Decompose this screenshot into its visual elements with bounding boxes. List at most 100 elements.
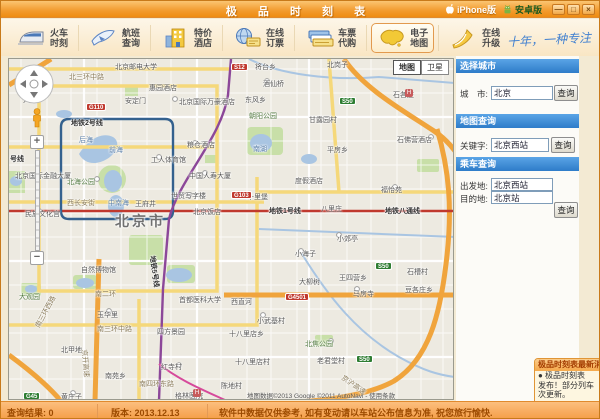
map-label: 北焦公园 [305,339,333,349]
city-input[interactable]: 北京 [491,86,553,100]
map-label: H [405,89,413,97]
toolbar-online-upgrade[interactable]: 在线升级 [443,23,506,53]
city-query-button[interactable]: 查询 [554,85,578,101]
status-version: 版本: 2013.12.13 [111,406,180,419]
map-label: 玉华里 [97,310,118,320]
toolbar-separator [294,25,295,51]
origin-input[interactable]: 北京西站 [491,178,553,191]
map-label: 将台乡 [255,62,276,72]
news-line: 发布！部分列车 [535,381,600,391]
china-map-icon [377,26,407,50]
apple-icon [445,4,455,15]
map-label: 中南海 [108,198,129,208]
map-label: 北京国际万豪酒店 [179,97,235,107]
map-mode-button[interactable]: 地图 [393,60,421,75]
brand-slogan: 十年，一种专注 [507,29,592,50]
map-label: 石槽村 [407,267,428,277]
pegman-icon[interactable] [30,108,44,128]
map-label: 红寺村 [161,362,182,372]
map-label: 北京邮电大学 [115,62,157,72]
train-icon [17,26,47,50]
road-shield: G103 [231,191,252,199]
map-label: 北三环中路 [69,72,104,82]
toolbar-label: 航班查询 [122,28,140,48]
android-version-link[interactable]: 安卓版 [502,3,542,16]
map-label: 粮仓酒店 [187,140,215,150]
map-label: 地铁1号线 [269,206,301,216]
map-label: 十八里店乡 [229,329,264,339]
map-label: 度假酒店 [295,176,323,186]
status-result-count: 查询结果: 0 [7,406,54,419]
toolbar-train-schedule[interactable]: 火车时刻 [11,23,74,53]
news-line: 次更新。 [535,390,600,400]
map-label: 豆各庄乡 [405,285,433,295]
toolbar-hotel-deals[interactable]: 特价酒店 [155,23,218,53]
toolbar-label: 在线升级 [482,28,500,48]
toolbar-online-booking[interactable]: 在线订票 [227,23,290,53]
status-bar: 查询结果: 0 版本: 2013.12.13 软件中数据仅供参考, 如有变动请以… [1,401,599,419]
toolbar-flight-query[interactable]: 航班查询 [83,23,146,53]
minimize-button[interactable]: — [552,4,565,15]
booking-icon [233,26,263,50]
maximize-button[interactable]: □ [567,4,580,15]
keyword-input[interactable]: 北京西站 [491,138,549,152]
hotel-icon [161,26,191,50]
status-notice: 软件中数据仅供参考, 如有变动请以车站公布信息为准, 祝您旅行愉快. [219,406,493,419]
android-icon [502,4,513,15]
road-shield: G45 [23,392,40,400]
map-label: 石佛营酒店 [397,135,432,145]
toolbar-separator [222,25,223,51]
toolbar-label: 特价酒店 [194,28,212,48]
destination-input[interactable]: 北京站 [491,191,553,204]
query-side-panel: 选择城市 城 市: 北京 查询 地图查询 关键字: 北京西站 查询 乘车查询 出… [456,56,579,401]
toolbar-separator [150,25,151,51]
map-label: 北京国际金融大厦 [15,171,71,181]
plane-icon [89,26,119,50]
toolbar-separator [78,25,79,51]
map-label: 马房寺 [353,289,374,299]
close-button[interactable]: × [582,4,595,15]
map-label: 南三环中路 [97,324,132,334]
zoom-slider[interactable] [35,150,40,251]
city-field-label: 城 市: [460,88,488,100]
map-label: 黄庄子 [61,392,82,400]
main-toolbar: 火车时刻 航班查询 特价酒店 在线订票 车票代购 电子地图 在线 [1,19,599,56]
status-separator [207,404,208,418]
map-label: 朝阳公园 [249,111,277,121]
toolbar-label: 在线订票 [266,28,284,48]
map-label: 南湖 [253,144,267,154]
map-label: 首都医科大学 [179,295,221,305]
map-label: 小武基村 [257,316,285,326]
map-label: 北岗子 [327,60,348,70]
map-label: 号线 [10,154,24,164]
app-window: 极 品 时 刻 表 iPhone版 安卓版 — □ × 火车时刻 航 [0,0,600,419]
map-label: 小郊亭 [337,234,358,244]
zoom-in-button[interactable]: + [30,135,44,149]
iphone-version-link[interactable]: iPhone版 [445,3,496,16]
map-pan-control[interactable] [14,64,54,104]
map-label: 安定门 [125,96,146,106]
toolbar-separator [366,25,367,51]
road-shield: S50 [356,355,373,363]
toolbar-electronic-map[interactable]: 电子地图 [371,23,434,53]
toolbar-ticket-purchase[interactable]: 车票代购 [299,23,362,53]
news-line: ● 极品时刻表 [535,371,600,381]
toolbar-label: 火车时刻 [50,28,68,48]
map-canvas[interactable]: 北三环中路北京邮电大学惠园酒店安定门北京国际万豪酒店地铁2号线后海前海粮仓酒店工… [8,58,454,400]
keyword-query-button[interactable]: 查询 [551,137,575,153]
transit-query-button[interactable]: 查询 [554,202,578,218]
map-label: 前海 [109,145,123,155]
toolbar-separator [438,25,439,51]
map-label: 地铁八通线 [385,206,420,216]
section-header-select-city: 选择城市 [456,59,579,73]
map-label: 后海 [79,135,93,145]
map-label: 甘露园村 [309,115,337,125]
map-label: 大柳树 [299,277,320,287]
map-label: 酒仙桥 [263,79,284,89]
tickets-icon [305,26,335,50]
status-separator [97,404,98,418]
road-shield: S50 [339,97,356,105]
map-label: 北海公园 [67,177,95,187]
satellite-mode-button[interactable]: 卫星 [421,60,449,75]
zoom-out-button[interactable]: − [30,251,44,265]
